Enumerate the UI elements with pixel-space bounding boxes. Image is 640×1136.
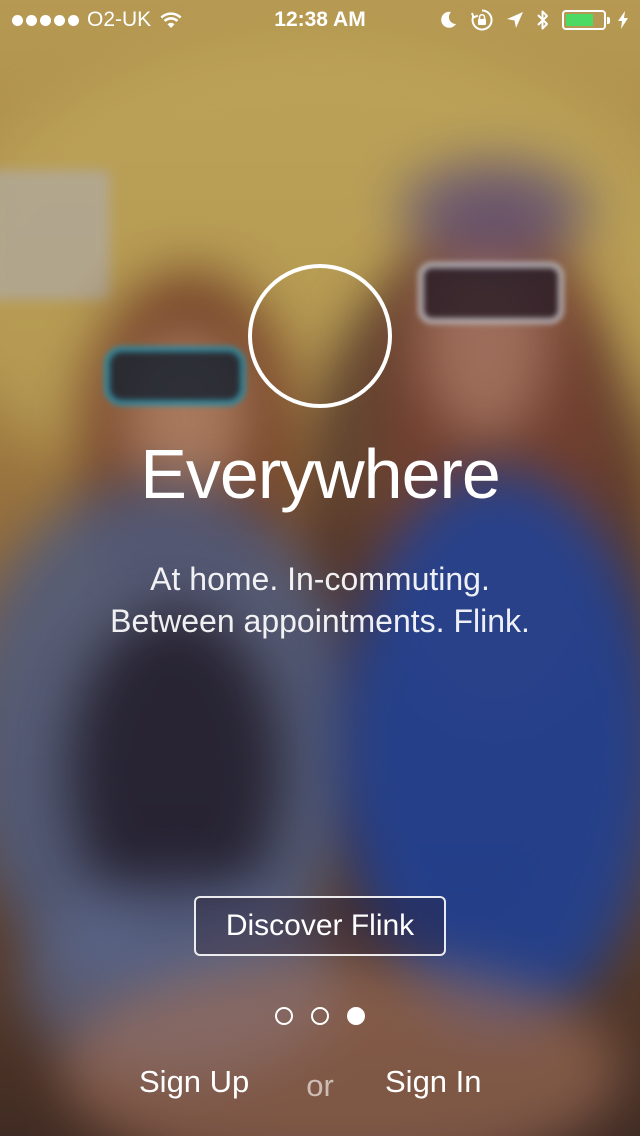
page-dot-1[interactable]	[275, 1007, 293, 1025]
orientation-lock-icon	[470, 8, 494, 32]
subtitle: At home. In-commuting. Between appointme…	[40, 558, 600, 642]
page-indicator[interactable]	[0, 1007, 640, 1025]
charging-bolt-icon	[618, 11, 628, 29]
battery-fill	[566, 14, 593, 26]
onboarding-screen: O2-UK 12:38 AM Everywhere At home. In-co…	[0, 0, 640, 1136]
bluetooth-icon	[536, 9, 550, 31]
page-dot-3[interactable]	[347, 1007, 365, 1025]
subtitle-line-2: Between appointments. Flink.	[110, 603, 530, 639]
location-arrow-icon	[506, 11, 524, 29]
page-title: Everywhere	[140, 435, 501, 513]
sign-up-button[interactable]: Sign Up	[139, 1064, 249, 1100]
subtitle-line-1: At home. In-commuting.	[150, 561, 490, 597]
status-bar-right	[438, 8, 628, 32]
status-bar: O2-UK 12:38 AM	[0, 0, 640, 40]
discover-flink-button[interactable]: Discover Flink	[194, 896, 446, 956]
moon-icon	[438, 10, 458, 30]
or-separator: or	[306, 1068, 334, 1103]
sign-in-button[interactable]: Sign In	[385, 1064, 482, 1100]
page-dot-2[interactable]	[311, 1007, 329, 1025]
battery-icon	[562, 10, 610, 30]
battery-nub	[607, 17, 610, 24]
auth-row: Sign Up or Sign In	[0, 1064, 640, 1108]
circle-outline-icon	[248, 264, 392, 408]
